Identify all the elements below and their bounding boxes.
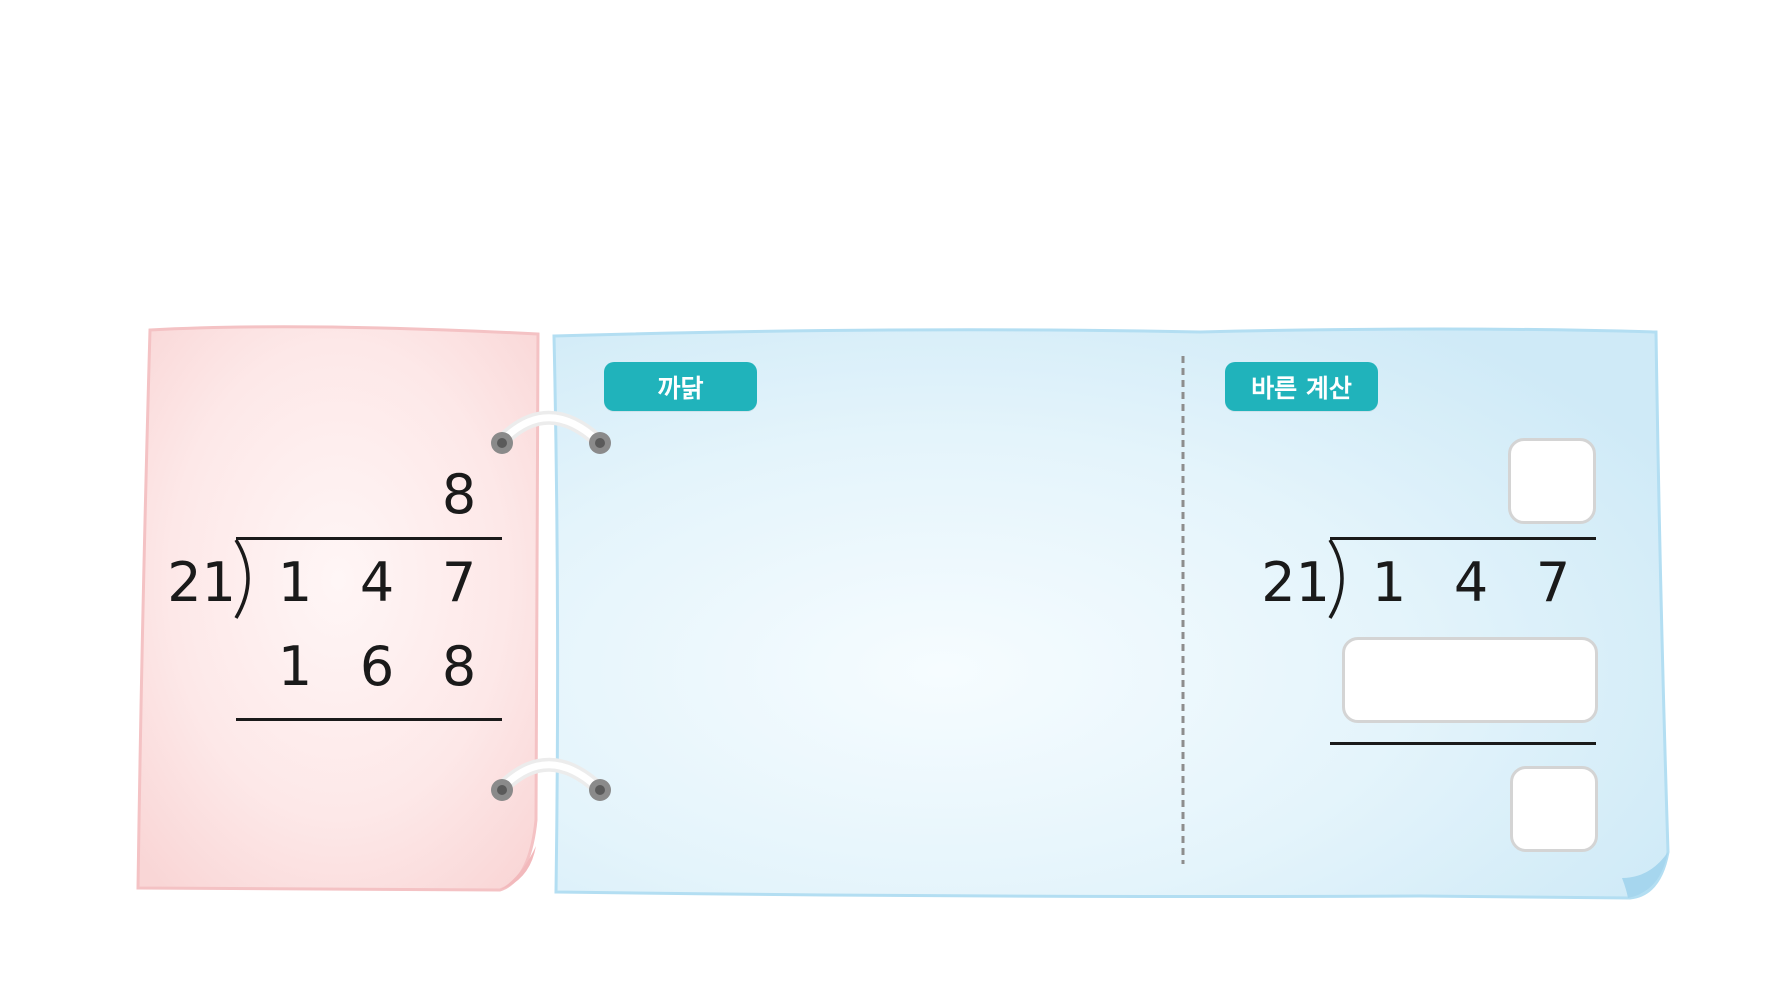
divisor: 21 (167, 551, 236, 614)
division-bar (1330, 537, 1596, 540)
reason-tag: 까닭 (604, 362, 757, 411)
quotient-digit: 8 (441, 463, 477, 526)
product-answer-box[interactable] (1342, 637, 1598, 723)
subtraction-line (236, 718, 502, 721)
product-digit-ones: 8 (441, 635, 477, 698)
dividend-digit-tens: 4 (1453, 551, 1489, 614)
dividend-digit-ones: 7 (441, 551, 477, 614)
worksheet: 8 21 1 4 7 1 6 8 까닭 바른 계산 21 1 4 7 (0, 0, 1792, 1008)
division-bar (236, 537, 502, 540)
dividend-digit-hundreds: 1 (1371, 551, 1407, 614)
blue-sheet (552, 327, 1670, 900)
divisor: 21 (1261, 551, 1330, 614)
dividend-digit-tens: 4 (359, 551, 395, 614)
product-digit-hundreds: 1 (277, 635, 313, 698)
remainder-answer-box[interactable] (1510, 766, 1598, 852)
dividend-digit-hundreds: 1 (277, 551, 313, 614)
subtraction-line (1330, 742, 1596, 745)
dividend-digit-ones: 7 (1535, 551, 1571, 614)
quotient-answer-box[interactable] (1508, 438, 1596, 524)
correct-calculation-tag: 바른 계산 (1225, 362, 1378, 411)
product-digit-tens: 6 (359, 635, 395, 698)
